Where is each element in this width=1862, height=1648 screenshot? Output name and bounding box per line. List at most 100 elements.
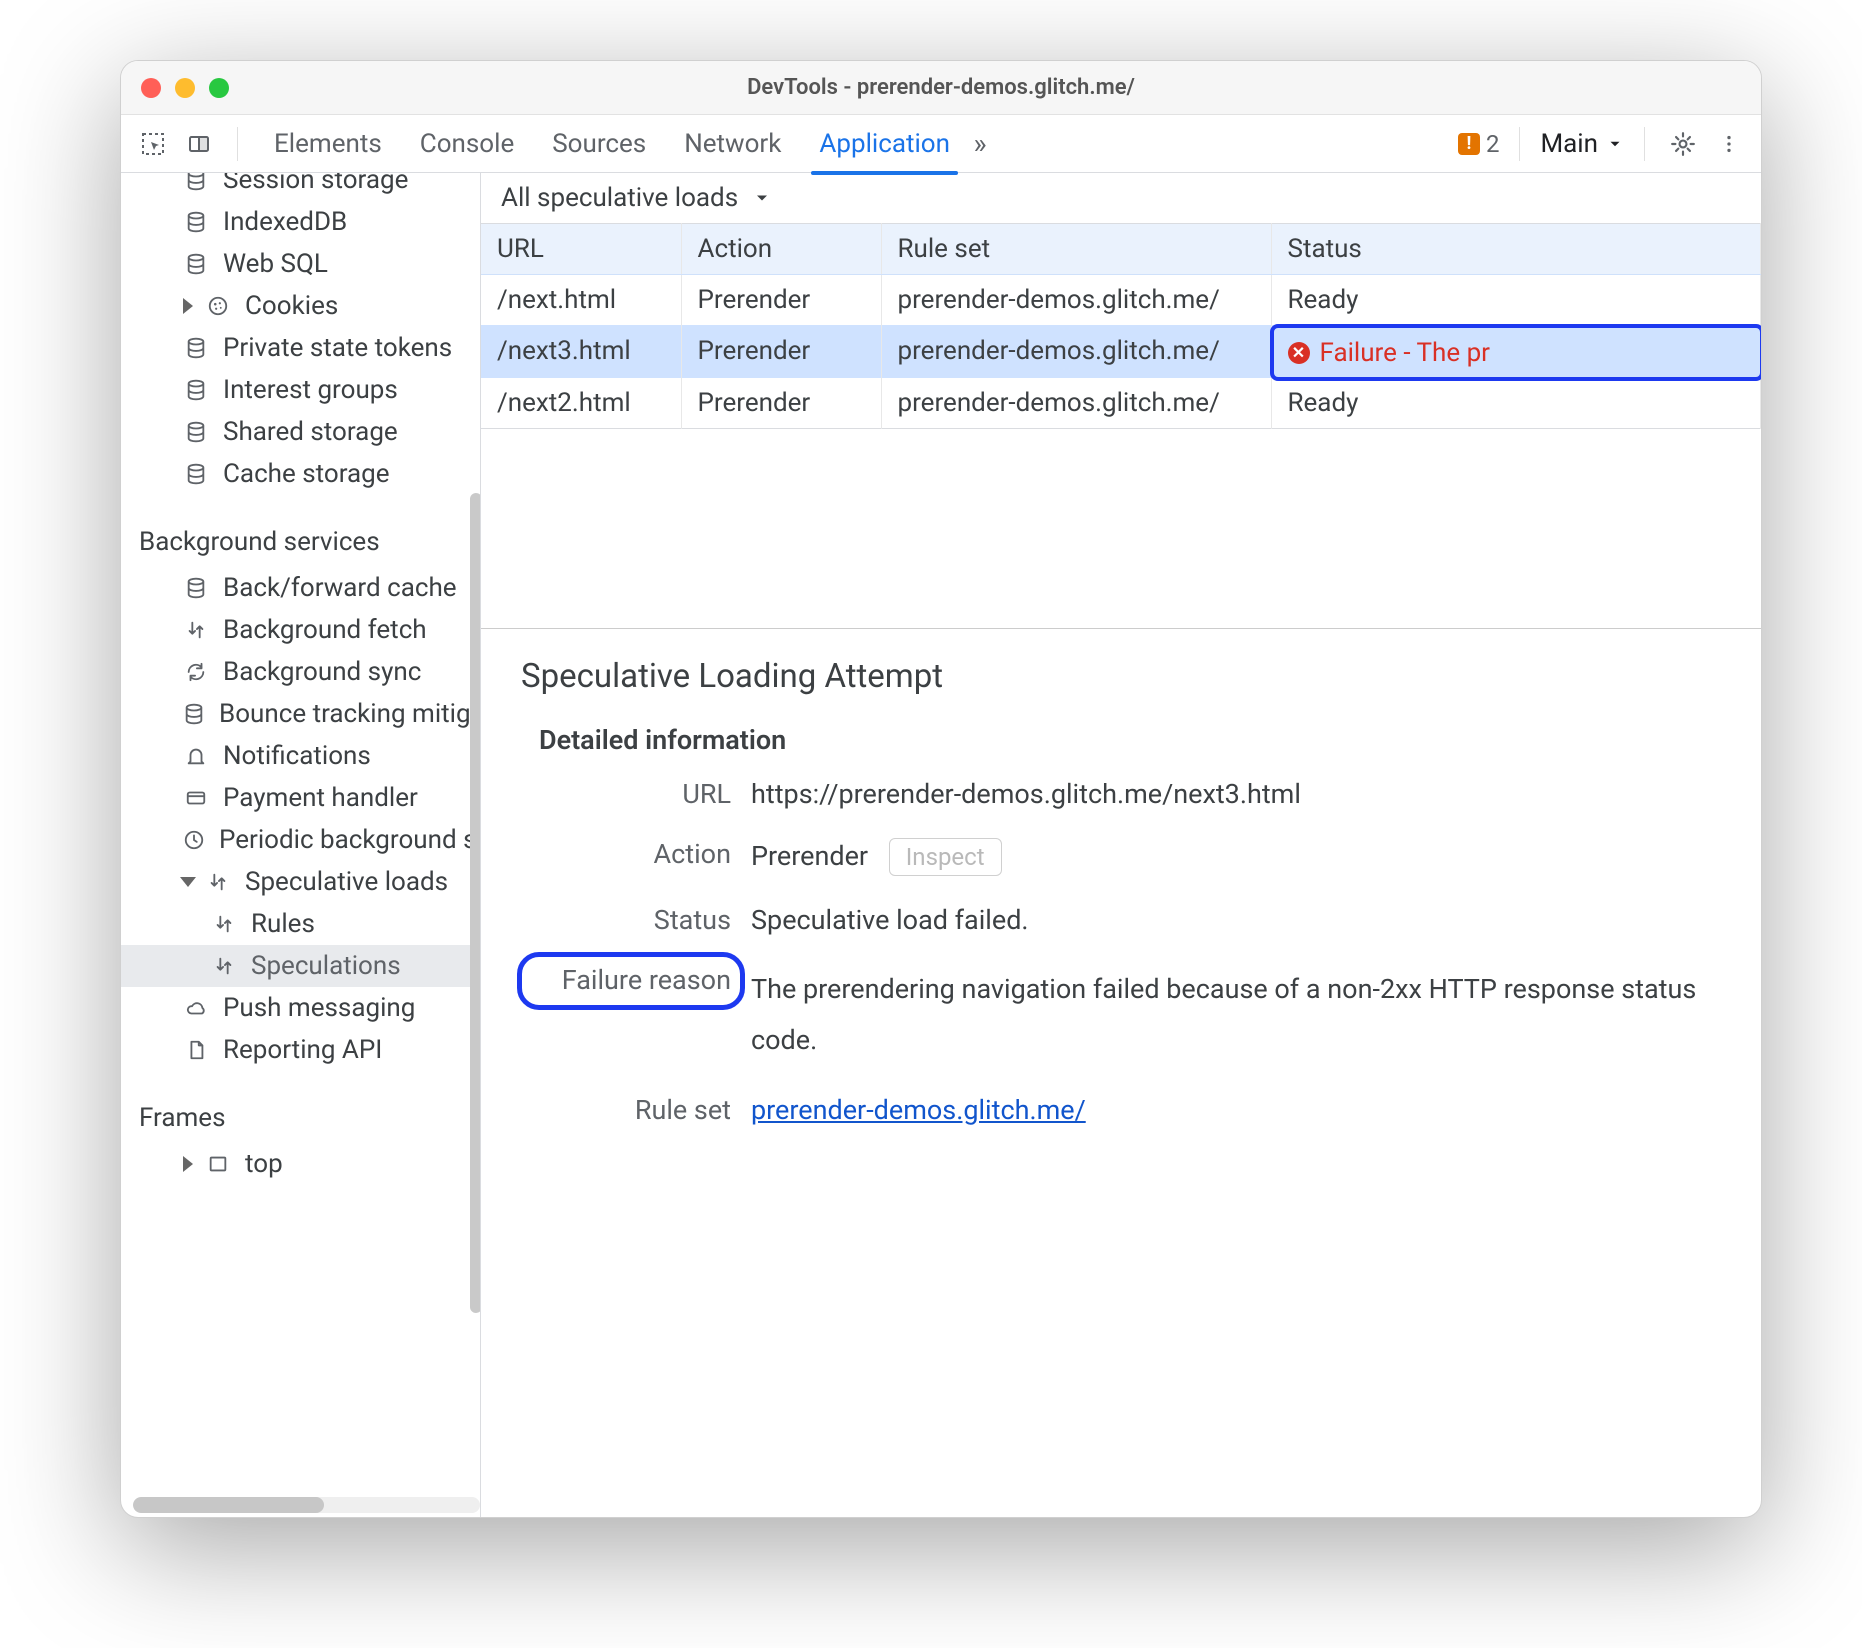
maximize-icon[interactable]: [209, 78, 229, 98]
disclosure-triangle-icon[interactable]: [183, 1156, 193, 1172]
sidebar-item-reporting-api[interactable]: Reporting API: [121, 1029, 480, 1071]
sidebar-item-top[interactable]: top: [121, 1143, 480, 1185]
sidebar-item-cache-storage[interactable]: Cache storage: [121, 453, 480, 495]
tab-application[interactable]: Application: [817, 129, 952, 159]
col-status[interactable]: Status: [1271, 224, 1761, 275]
target-selector[interactable]: Main: [1540, 129, 1624, 159]
sidebar-item-label: Session storage: [223, 173, 408, 195]
sidebar-item-push-messaging[interactable]: Push messaging: [121, 987, 480, 1029]
label-failure-reason: Failure reason: [531, 964, 731, 996]
window-controls[interactable]: [141, 78, 229, 98]
sidebar-item-background-fetch[interactable]: Background fetch: [121, 609, 480, 651]
table-row[interactable]: /next3.htmlPrerenderprerender-demos.glit…: [481, 325, 1761, 378]
inspect-element-icon[interactable]: [135, 132, 171, 156]
issues-count: 2: [1486, 130, 1500, 158]
label-url: URL: [531, 778, 731, 810]
cell-url: /next2.html: [481, 378, 681, 429]
sidebar-item-background-sync[interactable]: Background sync: [121, 651, 480, 693]
sidebar-item-speculations[interactable]: Speculations: [121, 945, 480, 987]
settings-icon[interactable]: [1665, 131, 1701, 157]
db-icon: [183, 703, 205, 725]
cell-status: Ready: [1271, 378, 1761, 429]
sidebar-item-payment-handler[interactable]: Payment handler: [121, 777, 480, 819]
card-icon: [183, 787, 209, 809]
issues-badge[interactable]: ! 2: [1458, 130, 1500, 158]
table-row[interactable]: /next2.htmlPrerenderprerender-demos.glit…: [481, 378, 1761, 429]
clock-icon: [183, 829, 205, 851]
sidebar-item-label: Speculative loads: [245, 867, 448, 897]
cell-status: Ready: [1271, 275, 1761, 326]
sidebar-item-bounce-tracking-mitigation[interactable]: Bounce tracking mitigation: [121, 693, 480, 735]
cell-status: ✕Failure - The pr: [1271, 325, 1761, 378]
label-status: Status: [531, 904, 731, 936]
sidebar-item-speculative-loads[interactable]: Speculative loads: [121, 861, 480, 903]
sync-icon: [183, 661, 209, 683]
db-icon: [183, 379, 209, 401]
table-row[interactable]: /next.htmlPrerenderprerender-demos.glitc…: [481, 275, 1761, 326]
device-toolbar-icon[interactable]: [181, 132, 217, 156]
sidebar-item-label: Web SQL: [223, 249, 328, 279]
devtools-window: DevTools - prerender-demos.glitch.me/ El…: [120, 60, 1762, 1518]
db-icon: [183, 173, 209, 191]
updown-icon: [211, 913, 237, 935]
main-panel: All speculative loads URLActionRule setS…: [481, 173, 1761, 1517]
sidebar-item-back-forward-cache[interactable]: Back/forward cache: [121, 567, 480, 609]
minimize-icon[interactable]: [175, 78, 195, 98]
sidebar-item-label: Private state tokens: [223, 333, 452, 363]
sidebar-item-label: Push messaging: [223, 993, 415, 1023]
title-bar: DevTools - prerender-demos.glitch.me/: [121, 61, 1761, 115]
sidebar-item-label: IndexedDB: [223, 207, 347, 237]
sidebar-item-label: Reporting API: [223, 1035, 382, 1065]
label-action: Action: [531, 838, 731, 870]
sidebar-item-label: Background fetch: [223, 615, 427, 645]
sidebar-item-label: Notifications: [223, 741, 371, 771]
sidebar-item-private-state-tokens[interactable]: Private state tokens: [121, 327, 480, 369]
sidebar-item-shared-storage[interactable]: Shared storage: [121, 411, 480, 453]
cell-ruleset: prerender-demos.glitch.me/: [881, 378, 1271, 429]
disclosure-triangle-icon[interactable]: [180, 877, 196, 887]
value-status: Speculative load failed.: [751, 904, 1721, 936]
tab-console[interactable]: Console: [418, 129, 516, 159]
sidebar-horizontal-scrollbar[interactable]: [133, 1497, 480, 1513]
sidebar-item-cookies[interactable]: Cookies: [121, 285, 480, 327]
col-action[interactable]: Action: [681, 224, 881, 275]
cell-url: /next3.html: [481, 325, 681, 378]
frame-icon: [205, 1153, 231, 1175]
file-icon: [183, 1039, 209, 1061]
window-title: DevTools - prerender-demos.glitch.me/: [121, 75, 1761, 100]
filter-bar[interactable]: All speculative loads: [481, 173, 1761, 223]
inspect-button[interactable]: Inspect: [889, 838, 1002, 876]
sidebar-item-label: Cookies: [245, 291, 338, 321]
sidebar-item-periodic-background-sync[interactable]: Periodic background sync: [121, 819, 480, 861]
updown-icon: [183, 619, 209, 641]
label-ruleset: Rule set: [531, 1094, 731, 1126]
cell-ruleset: prerender-demos.glitch.me/: [881, 275, 1271, 326]
db-icon: [183, 211, 209, 233]
more-tabs-icon[interactable]: »: [962, 127, 998, 160]
sidebar-item-rules[interactable]: Rules: [121, 903, 480, 945]
details-pane: Speculative Loading Attempt Detailed inf…: [481, 629, 1761, 1155]
sidebar-item-interest-groups[interactable]: Interest groups: [121, 369, 480, 411]
error-icon: ✕: [1288, 342, 1310, 364]
more-menu-icon[interactable]: [1711, 133, 1747, 155]
issues-icon: !: [1458, 133, 1480, 155]
sidebar-heading-bg: Background services: [121, 517, 480, 567]
close-icon[interactable]: [141, 78, 161, 98]
col-rule-set[interactable]: Rule set: [881, 224, 1271, 275]
tab-elements[interactable]: Elements: [272, 129, 384, 159]
disclosure-triangle-icon[interactable]: [183, 298, 193, 314]
sidebar-item-indexeddb[interactable]: IndexedDB: [121, 201, 480, 243]
tab-network[interactable]: Network: [682, 129, 783, 159]
cell-action: Prerender: [681, 275, 881, 326]
sidebar-item-notifications[interactable]: Notifications: [121, 735, 480, 777]
cell-ruleset: prerender-demos.glitch.me/: [881, 325, 1271, 378]
bell-icon: [183, 745, 209, 767]
sidebar-item-label: Bounce tracking mitigation: [219, 699, 481, 729]
sidebar-item-web-sql[interactable]: Web SQL: [121, 243, 480, 285]
sidebar-vertical-scrollbar[interactable]: [470, 493, 481, 1313]
sidebar-item-session-storage[interactable]: Session storage: [121, 173, 480, 201]
col-url[interactable]: URL: [481, 224, 681, 275]
value-ruleset: prerender-demos.glitch.me/: [751, 1094, 1721, 1126]
tab-sources[interactable]: Sources: [550, 129, 648, 159]
ruleset-link[interactable]: prerender-demos.glitch.me/: [751, 1094, 1086, 1126]
